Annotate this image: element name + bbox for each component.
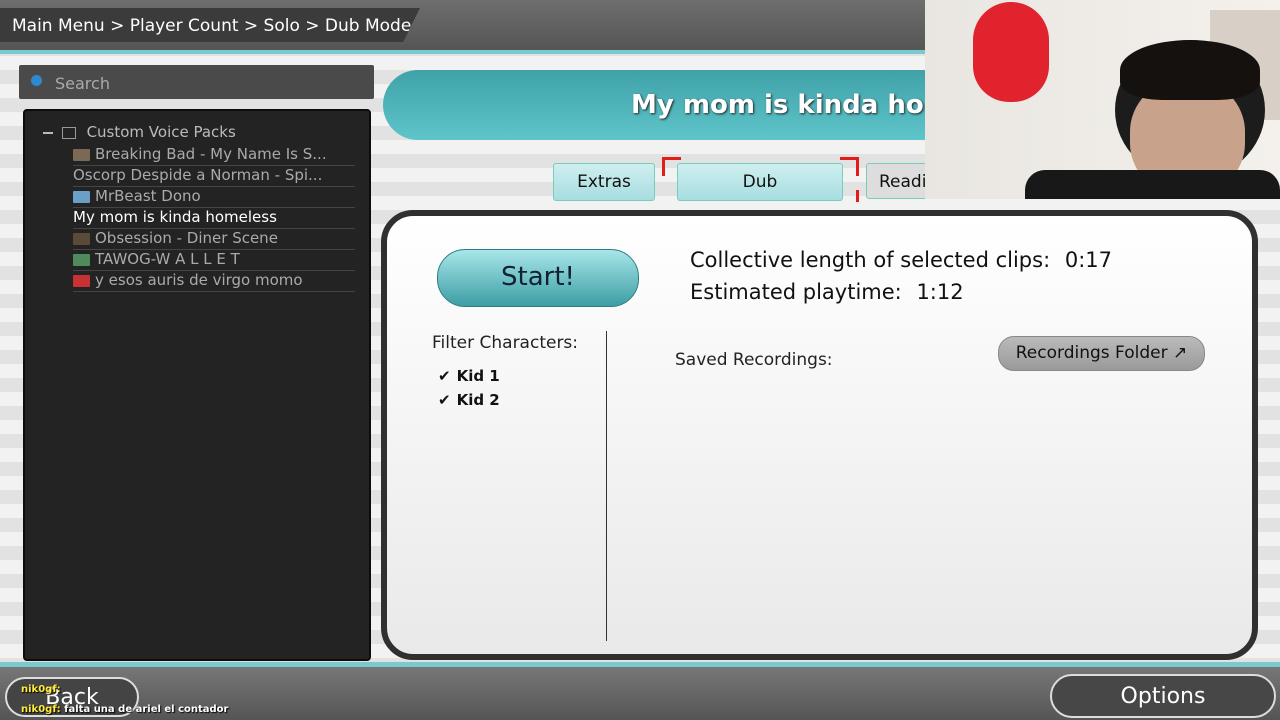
tree-item-label: y esos auris de virgo momo [95,271,303,289]
title-banner: My mom is kinda hon [383,70,943,140]
filter-characters-title: Filter Characters: [432,333,579,353]
video-thumbnail-icon [73,190,90,203]
tab-extras[interactable]: Extras [553,163,655,201]
tree-item-breaking-bad[interactable]: Breaking Bad - My Name Is S... [73,145,355,166]
tree-item-mrbeast[interactable]: MrBeast Dono [73,187,355,208]
clip-length-label: Collective length of selected clips: [690,248,1051,272]
checkmark-icon: ✔ [438,391,451,409]
filter-item-label: Kid 2 [456,391,500,409]
playtime-label: Estimated playtime: [690,280,902,304]
selection-frame-corner [840,157,859,176]
chat-message: nik0gf: falta una de ariel el contador [21,704,228,715]
tree-item-label: TAWOG-W A L L E T [95,250,240,268]
tree-item-virgo-momo[interactable]: y esos auris de virgo momo [73,271,355,292]
clip-length-value: 0:17 [1064,248,1113,272]
playtime-row: Estimated playtime: 1:12 [690,280,964,304]
panel-divider [606,331,607,641]
video-thumbnail-icon [73,253,90,266]
selection-frame-corner [662,157,681,176]
tree-item-label: MrBeast Dono [95,187,201,205]
chat-username: nik0gf: [21,684,61,695]
webcam-overlay [925,0,1280,199]
search-box[interactable] [19,65,374,99]
recordings-folder-button[interactable]: Recordings Folder ↗ [998,336,1205,371]
playtime-value: 1:12 [916,280,964,304]
tree-item-label: Obsession - Diner Scene [95,229,278,247]
tree-item-label: Breaking Bad - My Name Is S... [95,145,327,163]
filter-kid-2[interactable]: ✔ Kid 2 [438,391,500,409]
heart-decoration-icon [973,2,1049,102]
tree-item-label: Oscorp Despide a Norman - Spi... [73,166,323,184]
voice-pack-tree: Custom Voice Packs Breaking Bad - My Nam… [23,109,371,661]
selection-frame-corner [840,190,859,202]
search-input[interactable] [53,69,357,97]
chat-message: nik0gf: [21,684,61,695]
streamer-hair [1120,40,1260,100]
tree-item-tawog[interactable]: TAWOG-W A L L E T [73,250,355,271]
start-button[interactable]: Start! [437,249,639,307]
tree-item-my-mom-selected[interactable]: My mom is kinda homeless [73,208,355,229]
tab-dub[interactable]: Dub [677,163,843,201]
tree-root-label: Custom Voice Packs [86,123,236,141]
chat-text: falta una de ariel el contador [64,704,229,715]
tree-item-obsession[interactable]: Obsession - Diner Scene [73,229,355,250]
page-title: My mom is kinda hon [631,90,943,120]
streamer-shirt [1025,170,1280,199]
checkmark-icon: ✔ [438,367,451,385]
clip-length-row: Collective length of selected clips: 0:1… [690,248,1112,272]
video-thumbnail-icon [73,232,90,245]
chat-username: nik0gf: [21,704,61,715]
collapse-icon[interactable] [43,131,53,134]
saved-recordings-label: Saved Recordings: [675,350,833,370]
filter-item-label: Kid 1 [456,367,500,385]
breadcrumb-text: Main Menu > Player Count > Solo > Dub Mo… [12,16,412,36]
folder-icon [61,126,76,139]
tree-item-oscorp[interactable]: Oscorp Despide a Norman - Spi... [73,166,355,187]
breadcrumb: Main Menu > Player Count > Solo > Dub Mo… [0,8,420,42]
video-thumbnail-icon [73,148,90,161]
filter-kid-1[interactable]: ✔ Kid 1 [438,367,500,385]
video-thumbnail-icon [73,274,90,287]
search-icon [31,75,42,86]
options-button[interactable]: Options [1050,674,1276,718]
tree-item-label: My mom is kinda homeless [73,208,277,226]
tree-root-custom-voice-packs[interactable]: Custom Voice Packs [43,123,236,141]
